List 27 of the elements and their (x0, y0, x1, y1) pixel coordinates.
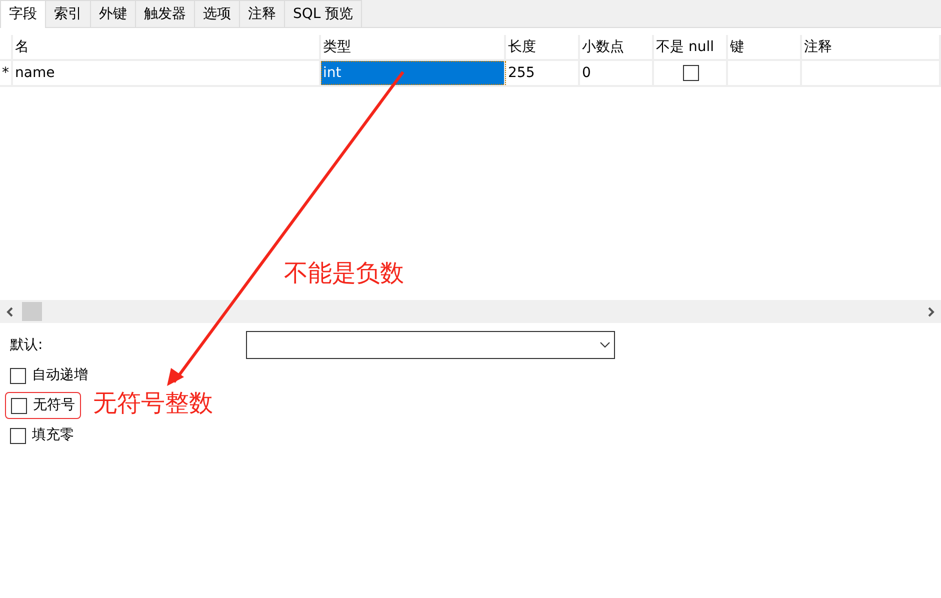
default-dropdown[interactable] (246, 331, 615, 359)
checkbox-label: 自动递增 (32, 366, 88, 385)
table-cell[interactable]: int (321, 61, 506, 85)
default-label: 默认: (10, 336, 44, 354)
tab[interactable]: 字段 (0, 0, 46, 28)
scrollbar-thumb[interactable] (22, 302, 42, 321)
checkbox[interactable] (683, 65, 699, 82)
checkbox[interactable] (10, 428, 26, 444)
checkbox-label: 填充零 (32, 426, 74, 445)
scroll-left-icon[interactable] (6, 306, 14, 316)
column-header: 键 (728, 35, 802, 59)
checkbox-label: 无符号 (33, 396, 75, 415)
scroll-right-icon[interactable] (927, 306, 935, 316)
annotation-text: 无符号整数 (93, 388, 213, 419)
tab[interactable]: SQL 预览 (284, 0, 362, 27)
column-header: 名 (13, 35, 321, 59)
checkbox[interactable] (10, 368, 26, 384)
column-header: 小数点 (580, 35, 654, 59)
table-cell[interactable]: 0 (580, 61, 654, 85)
chevron-down-icon (600, 342, 610, 348)
table-cell[interactable]: 255 (506, 61, 580, 85)
column-header: 不是 null (654, 35, 728, 59)
checkbox[interactable] (11, 398, 27, 414)
column-header: 类型 (321, 35, 506, 59)
annotation-text: 不能是负数 (284, 258, 404, 289)
column-header: 长度 (506, 35, 580, 59)
column-header: 注释 (802, 35, 941, 59)
